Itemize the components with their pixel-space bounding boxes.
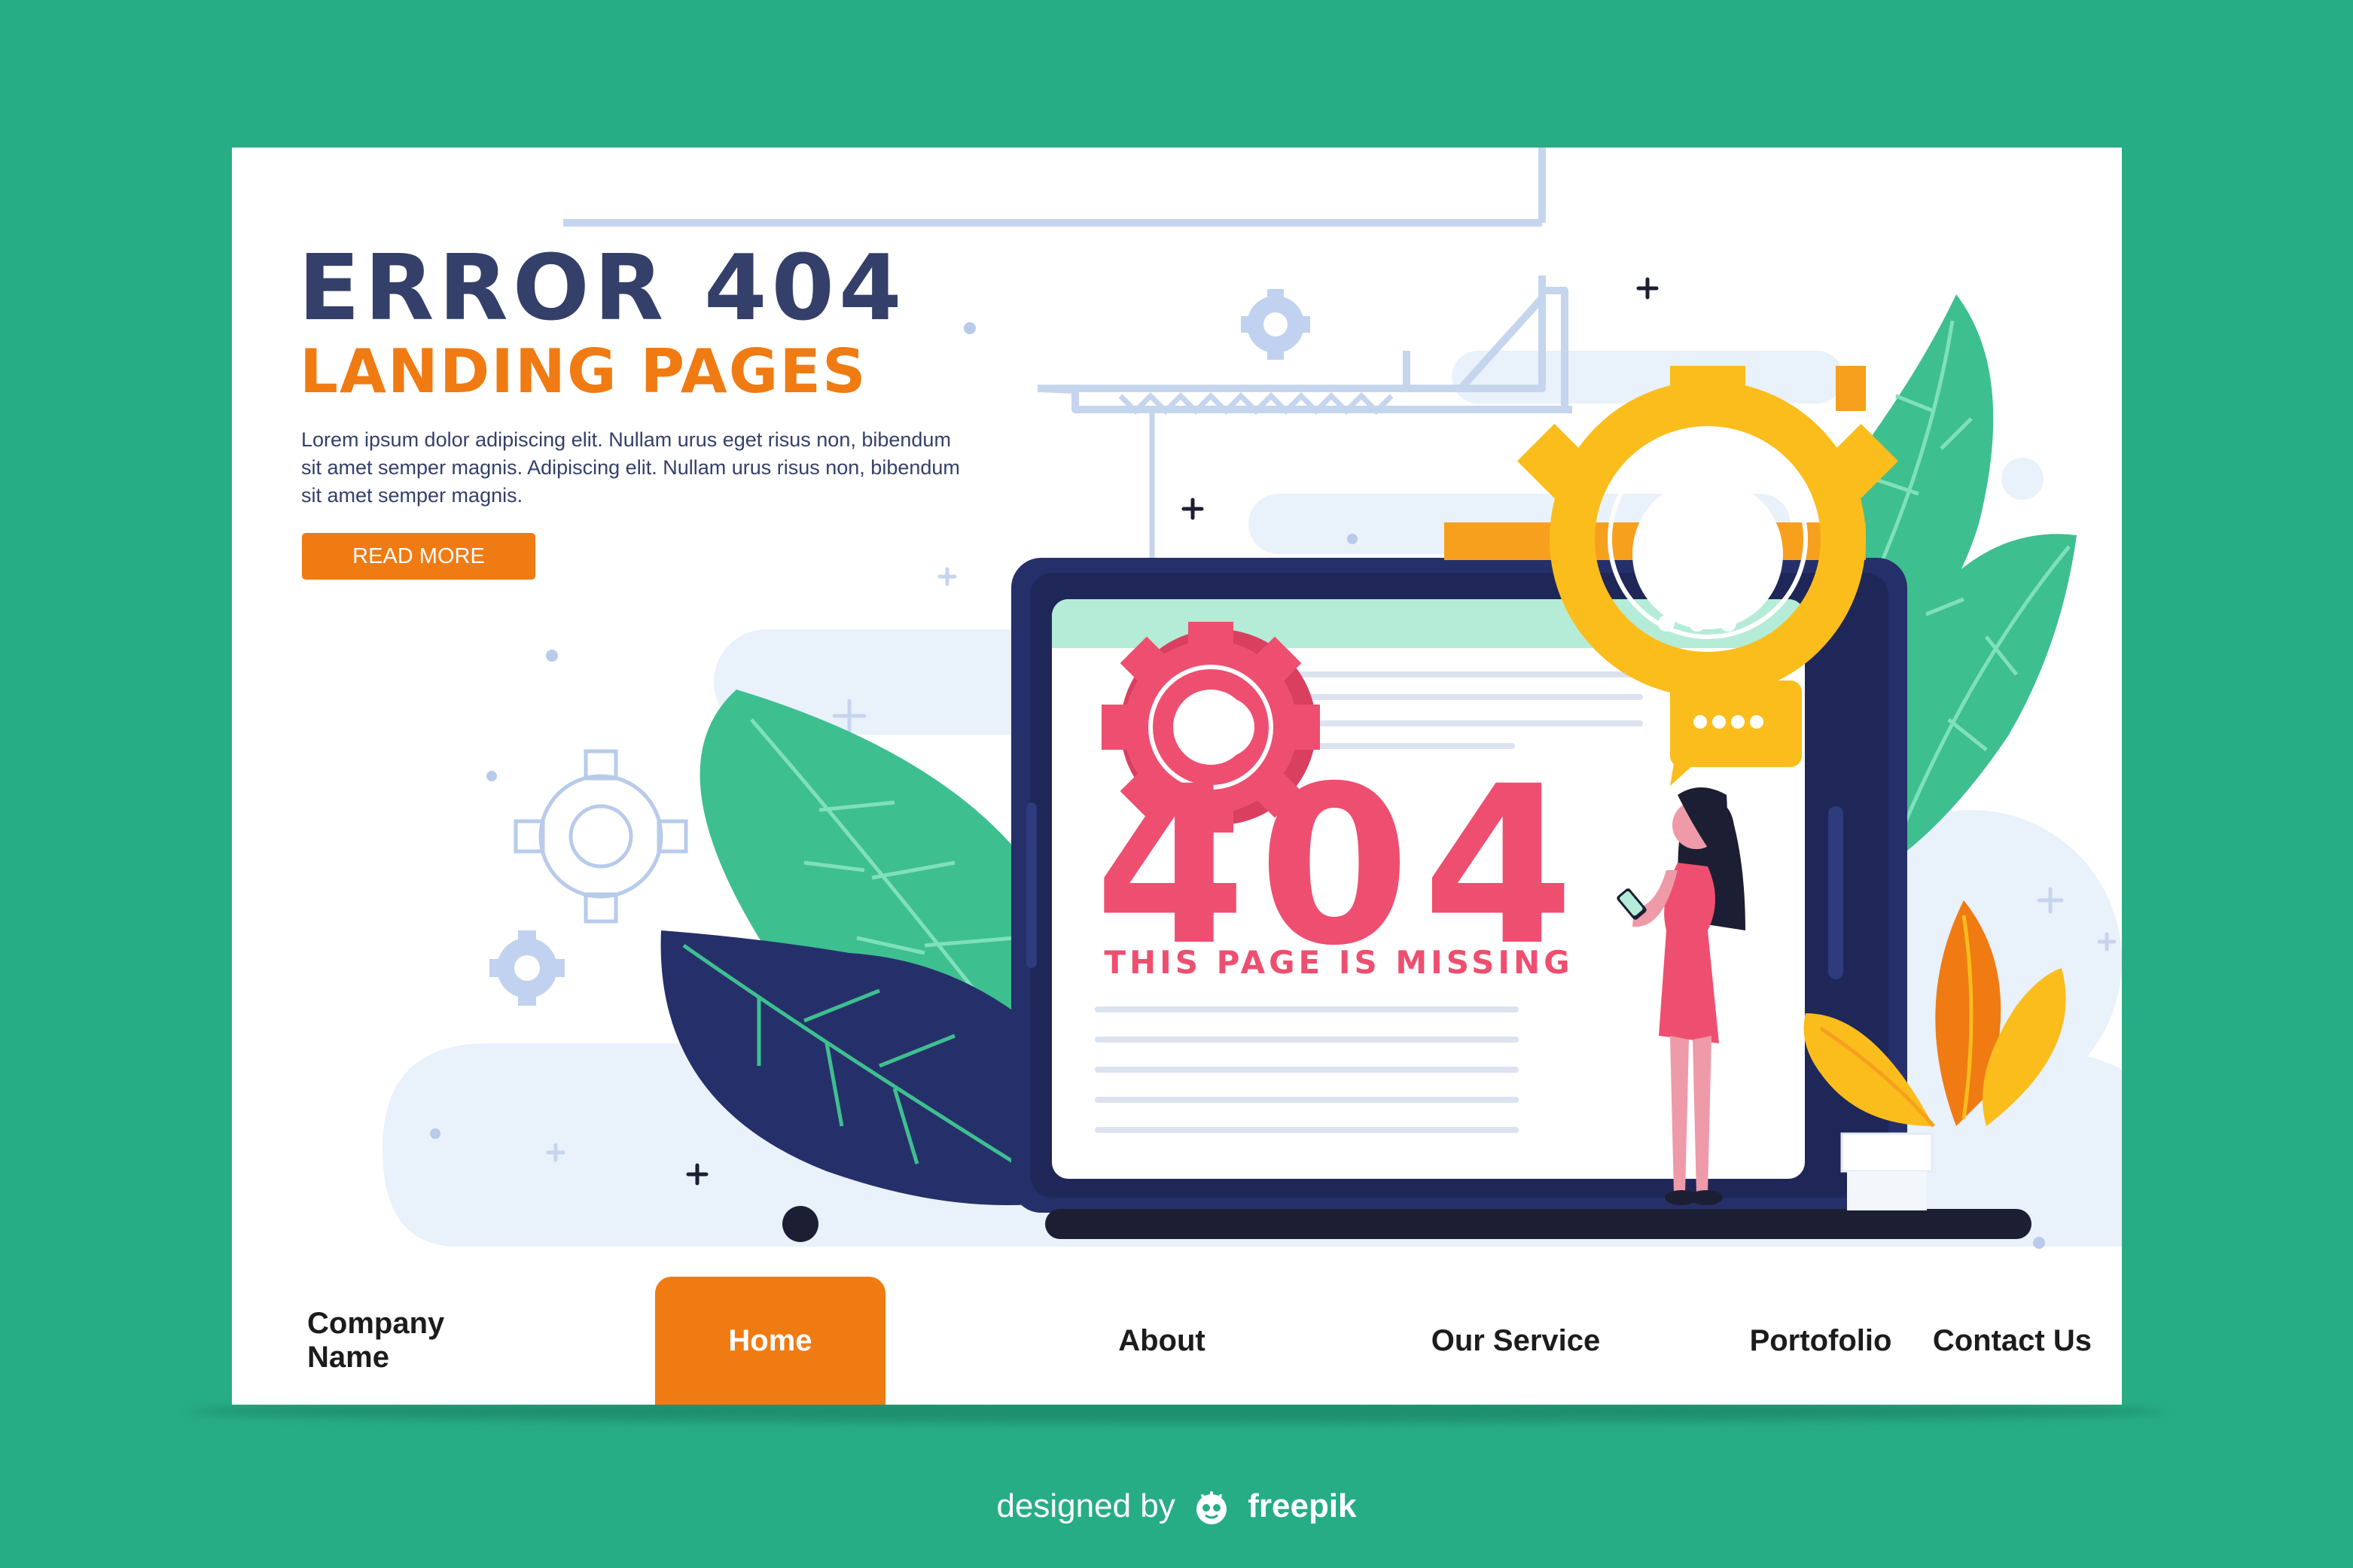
company-name-link[interactable]: Company Name (307, 1277, 533, 1405)
bottom-navigation: Company Name Home About Our Service Port… (232, 1277, 2122, 1405)
nav-home[interactable]: Home (655, 1277, 885, 1405)
hero-description: Lorem ipsum dolor adipiscing elit. Nulla… (301, 428, 960, 507)
footer-prefix: designed by (996, 1487, 1175, 1524)
footer-brand: freepik (1248, 1487, 1357, 1524)
read-more-button[interactable]: READ MORE (302, 533, 535, 580)
nav-about[interactable]: About (1113, 1277, 1211, 1405)
page-title: ERROR 404 (298, 236, 907, 341)
landing-page-card: 404 THIS PAGE IS MISSING ERROR 404 LANDI… (232, 148, 2122, 1405)
nav-our-service[interactable]: Our Service (1391, 1277, 1640, 1405)
nav-contact-us[interactable]: Contact Us (1851, 1277, 2092, 1405)
footer-credit: designed by freepik (0, 1487, 2353, 1527)
crane (563, 148, 1546, 227)
freepik-logo-icon (1196, 1491, 1227, 1525)
error-message: THIS PAGE IS MISSING (1104, 944, 1573, 981)
outline-gear-icon (514, 749, 688, 924)
page-subtitle: LANDING PAGES (300, 336, 867, 406)
